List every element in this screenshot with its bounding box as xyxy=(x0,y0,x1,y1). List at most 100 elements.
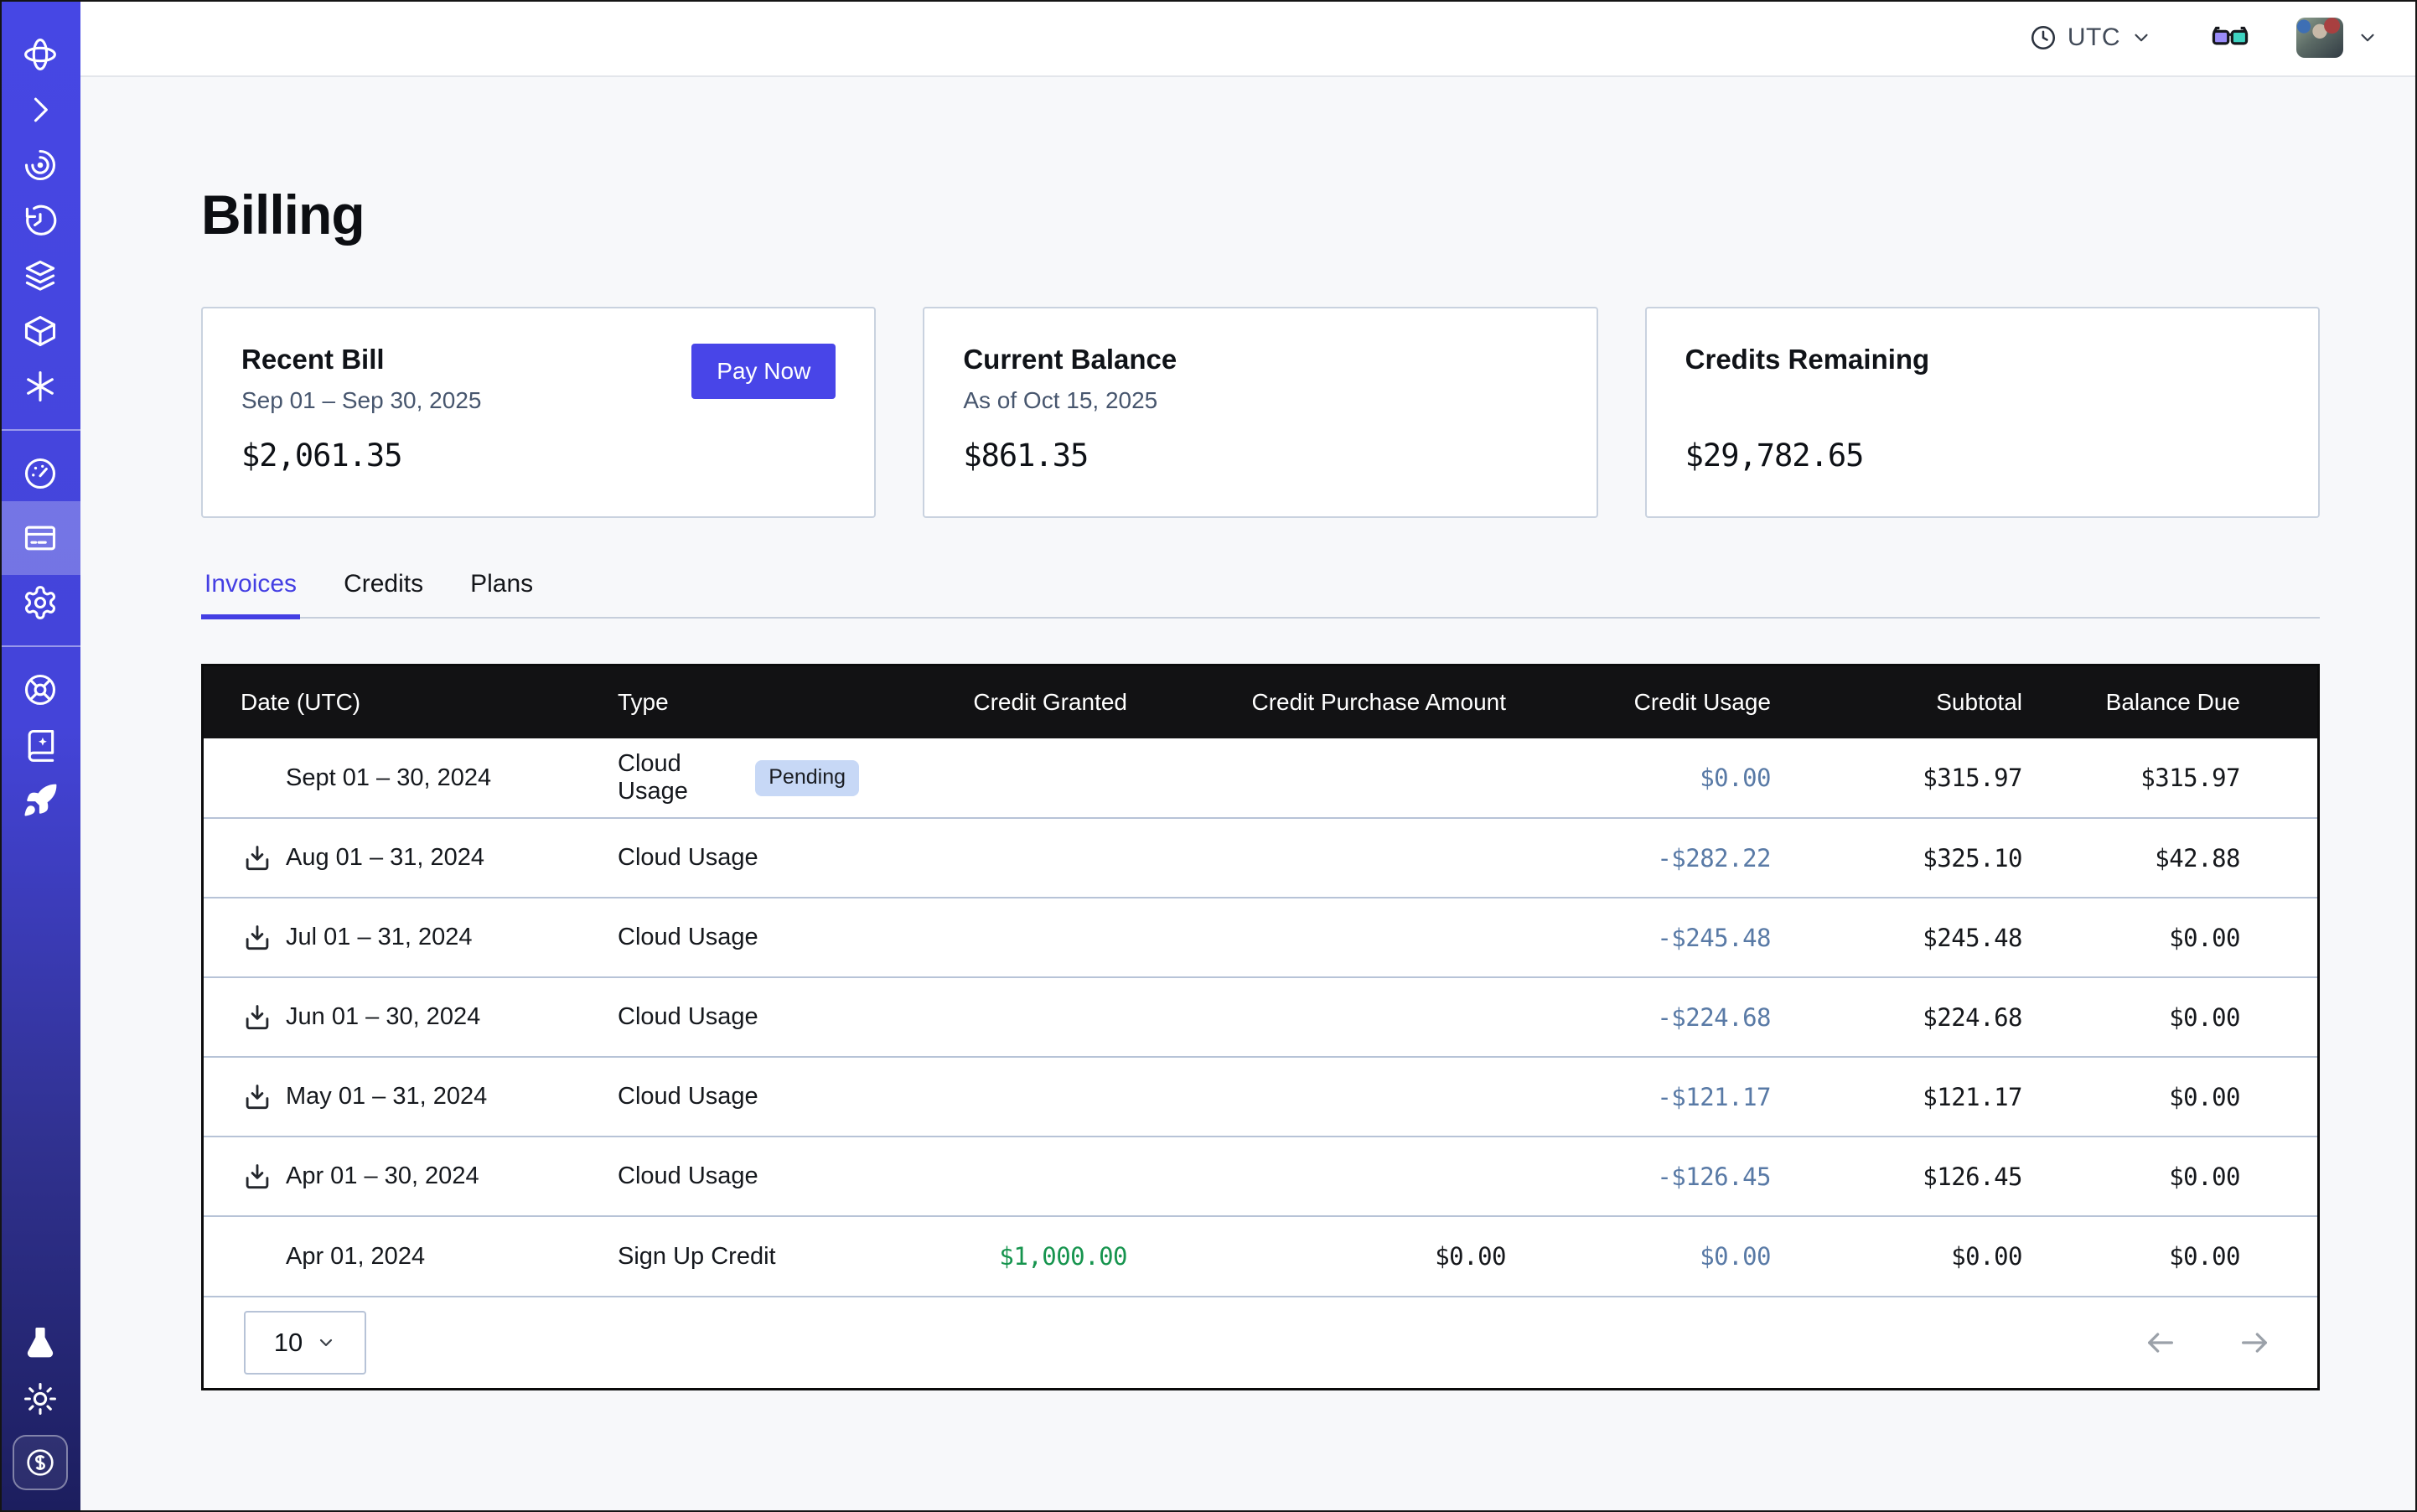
col-credit-usage: Credit Usage xyxy=(1506,666,1771,738)
timezone-label: UTC xyxy=(2068,23,2120,52)
credit-usage-value: -$126.45 xyxy=(1506,1137,1771,1216)
credit-purchase-value xyxy=(1127,977,1506,1057)
timezone-picker[interactable]: UTC xyxy=(2029,23,2152,52)
credit-purchase-value xyxy=(1127,1137,1506,1216)
invoice-date: Aug 01 – 31, 2024 xyxy=(286,844,484,872)
subtotal-value: $245.48 xyxy=(1771,898,2022,977)
credit-purchase-value xyxy=(1127,1057,1506,1137)
download-invoice-icon[interactable] xyxy=(241,1160,274,1194)
table-row: Jun 01 – 30, 2024 Cloud Usage -$224.68 $… xyxy=(204,977,2317,1057)
reader-mode-button[interactable] xyxy=(2207,18,2253,57)
credit-purchase-value: $0.00 xyxy=(1127,1216,1506,1296)
invoice-date: Sept 01 – 30, 2024 xyxy=(286,764,491,792)
invoice-type: Cloud Usage xyxy=(618,1003,758,1031)
card-amount: $861.35 xyxy=(963,438,1557,474)
gear-icon[interactable] xyxy=(0,575,80,630)
balance-due-value: $0.00 xyxy=(2022,898,2317,977)
col-subtotal: Subtotal xyxy=(1771,666,2022,738)
card-amount: $29,782.65 xyxy=(1685,438,2280,474)
chevron-right-icon[interactable] xyxy=(0,82,80,137)
chevron-down-icon xyxy=(2130,27,2152,49)
asterisk-icon[interactable] xyxy=(0,359,80,414)
invoice-date: Jun 01 – 30, 2024 xyxy=(286,1003,480,1031)
card-title: Credits Remaining xyxy=(1685,344,2280,375)
main-content: Billing Recent Bill Sep 01 – Sep 30, 202… xyxy=(80,77,2417,1512)
sidebar-divider xyxy=(0,429,80,431)
subtotal-value: $224.68 xyxy=(1771,977,2022,1057)
download-invoice-icon[interactable] xyxy=(241,1080,274,1114)
account-menu[interactable] xyxy=(2296,18,2378,58)
logo-star-icon[interactable] xyxy=(0,27,80,82)
page-size-value: 10 xyxy=(274,1328,303,1358)
balance-due-value: $0.00 xyxy=(2022,977,2317,1057)
rocket-icon[interactable] xyxy=(0,773,80,828)
col-credit-purchase-amount: Credit Purchase Amount xyxy=(1127,666,1506,738)
ship-wheel-icon[interactable] xyxy=(0,662,80,717)
credit-purchase-value xyxy=(1127,898,1506,977)
layers-icon[interactable] xyxy=(0,248,80,303)
balance-due-value: $42.88 xyxy=(2022,818,2317,898)
gauge-icon[interactable] xyxy=(0,446,80,501)
chevron-down-icon xyxy=(2357,27,2378,49)
subtotal-value: $325.10 xyxy=(1771,818,2022,898)
timer-icon[interactable] xyxy=(0,193,80,248)
next-page-arrow-icon[interactable] xyxy=(2235,1326,2274,1359)
sidebar-item-billing[interactable] xyxy=(0,501,80,575)
balance-due-value: $315.97 xyxy=(2022,738,2317,818)
tab-invoices[interactable]: Invoices xyxy=(201,570,300,617)
sidebar-divider xyxy=(0,645,80,647)
clock-icon xyxy=(2029,23,2057,52)
cube-icon[interactable] xyxy=(0,303,80,359)
credit-granted-value xyxy=(859,818,1127,898)
current-balance-card: Current Balance As of Oct 15, 2025 $861.… xyxy=(923,307,1597,518)
sidebar xyxy=(0,0,80,1512)
invoice-type: Cloud Usage xyxy=(618,844,758,872)
invoice-date: Apr 01 – 30, 2024 xyxy=(286,1162,479,1190)
download-invoice-icon[interactable] xyxy=(241,1001,274,1034)
page-size-select[interactable]: 10 xyxy=(244,1311,366,1375)
credit-usage-value: -$224.68 xyxy=(1506,977,1771,1057)
status-badge: Pending xyxy=(755,760,859,796)
subtotal-value: $315.97 xyxy=(1771,738,2022,818)
pay-now-button[interactable]: Pay Now xyxy=(691,344,836,399)
dollar-badge-icon xyxy=(23,1446,57,1479)
table-footer: 10 xyxy=(204,1296,2317,1388)
balance-due-value: $0.00 xyxy=(2022,1057,2317,1137)
credit-granted-value: $1,000.00 xyxy=(859,1216,1127,1296)
summary-cards: Recent Bill Sep 01 – Sep 30, 2025 $2,061… xyxy=(201,307,2320,518)
download-invoice-icon[interactable] xyxy=(241,841,274,875)
iris-icon[interactable] xyxy=(0,137,80,193)
tab-plans[interactable]: Plans xyxy=(467,570,536,617)
avatar[interactable] xyxy=(2296,18,2343,58)
chevron-down-icon xyxy=(316,1333,336,1353)
credits-dollar-button[interactable] xyxy=(13,1435,68,1490)
table-row: Aug 01 – 31, 2024 Cloud Usage -$282.22 $… xyxy=(204,818,2317,898)
invoice-date: May 01 – 31, 2024 xyxy=(286,1083,487,1111)
invoice-type: Cloud Usage xyxy=(618,750,738,805)
sun-icon[interactable] xyxy=(0,1371,80,1427)
topbar: UTC xyxy=(80,0,2417,77)
table-row: May 01 – 31, 2024 Cloud Usage -$121.17 $… xyxy=(204,1057,2317,1137)
table-row: Jul 01 – 31, 2024 Cloud Usage -$245.48 $… xyxy=(204,898,2317,977)
credit-granted-value xyxy=(859,738,1127,818)
glasses-icon xyxy=(2207,18,2253,57)
credit-granted-value xyxy=(859,898,1127,977)
invoice-date: Jul 01 – 31, 2024 xyxy=(286,924,473,951)
invoice-type: Cloud Usage xyxy=(618,1083,758,1111)
table-row: Sept 01 – 30, 2024 Cloud Usage Pending $… xyxy=(204,738,2317,818)
credit-purchase-value xyxy=(1127,738,1506,818)
flask-icon[interactable] xyxy=(0,1316,80,1371)
prev-page-arrow-icon[interactable] xyxy=(2141,1326,2180,1359)
balance-due-value: $0.00 xyxy=(2022,1216,2317,1296)
tab-credits[interactable]: Credits xyxy=(340,570,427,617)
credit-usage-value: -$245.48 xyxy=(1506,898,1771,977)
download-invoice-icon[interactable] xyxy=(241,921,274,955)
credit-purchase-value xyxy=(1127,818,1506,898)
col-credit-granted: Credit Granted xyxy=(859,666,1127,738)
credit-granted-value xyxy=(859,1137,1127,1216)
col-date: Date (UTC) xyxy=(204,666,591,738)
docs-book-icon[interactable] xyxy=(0,717,80,773)
balance-due-value: $0.00 xyxy=(2022,1137,2317,1216)
credit-card-icon xyxy=(22,520,59,557)
billing-tabs: Invoices Credits Plans xyxy=(201,570,2320,619)
